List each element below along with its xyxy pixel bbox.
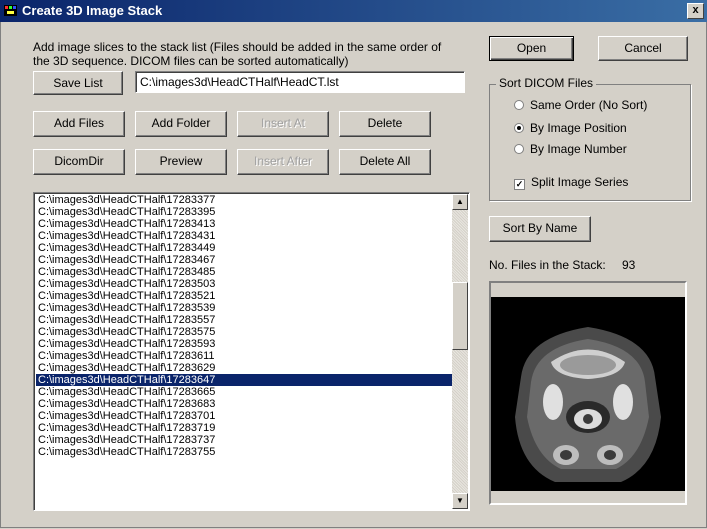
list-item[interactable]: C:\images3d\HeadCTHalf\17283449 bbox=[36, 242, 453, 254]
scroll-down-icon[interactable]: ▼ bbox=[452, 493, 468, 509]
radio-icon[interactable] bbox=[514, 123, 524, 133]
cancel-button[interactable]: Cancel bbox=[598, 36, 688, 61]
list-item[interactable]: C:\images3d\HeadCTHalf\17283485 bbox=[36, 266, 453, 278]
save-list-button[interactable]: Save List bbox=[33, 71, 123, 95]
open-button[interactable]: Open bbox=[489, 36, 574, 61]
list-item[interactable]: C:\images3d\HeadCTHalf\17283467 bbox=[36, 254, 453, 266]
delete-button[interactable]: Delete bbox=[339, 111, 431, 137]
sort-group-title: Sort DICOM Files bbox=[496, 76, 597, 90]
checkbox-label: Split Image Series bbox=[531, 175, 629, 189]
radio-icon[interactable] bbox=[514, 144, 524, 154]
add-folder-button[interactable]: Add Folder bbox=[135, 111, 227, 137]
list-item[interactable]: C:\images3d\HeadCTHalf\17283539 bbox=[36, 302, 453, 314]
list-item[interactable]: C:\images3d\HeadCTHalf\17283593 bbox=[36, 338, 453, 350]
vertical-scrollbar[interactable]: ▲ ▼ bbox=[452, 194, 468, 509]
list-item[interactable]: C:\images3d\HeadCTHalf\17283701 bbox=[36, 410, 453, 422]
list-item[interactable]: C:\images3d\HeadCTHalf\17283755 bbox=[36, 446, 453, 458]
insert-at-button[interactable]: Insert At bbox=[237, 111, 329, 137]
list-item[interactable]: C:\images3d\HeadCTHalf\17283503 bbox=[36, 278, 453, 290]
sort-by-name-button[interactable]: Sort By Name bbox=[489, 216, 591, 242]
window-title: Create 3D Image Stack bbox=[22, 3, 163, 18]
radio-label: By Image Number bbox=[530, 142, 627, 156]
image-preview bbox=[489, 281, 687, 505]
list-item[interactable]: C:\images3d\HeadCTHalf\17283611 bbox=[36, 350, 453, 362]
preview-border-top bbox=[491, 283, 685, 297]
split-series-checkbox[interactable]: ✓ Split Image Series bbox=[514, 175, 629, 190]
list-item[interactable]: C:\images3d\HeadCTHalf\17283665 bbox=[36, 386, 453, 398]
close-icon[interactable]: x bbox=[687, 3, 704, 19]
delete-all-button[interactable]: Delete All bbox=[339, 149, 431, 175]
save-path-input[interactable]: C:\images3d\HeadCTHalf\HeadCT.lst bbox=[135, 71, 465, 93]
instructions-text: Add image slices to the stack list (File… bbox=[33, 40, 442, 68]
preview-border-bottom bbox=[491, 491, 685, 503]
radio-label: Same Order (No Sort) bbox=[530, 98, 648, 112]
radio-by-image-number[interactable]: By Image Number bbox=[514, 142, 627, 156]
preview-button[interactable]: Preview bbox=[135, 149, 227, 175]
scroll-thumb[interactable] bbox=[452, 282, 468, 350]
checkmark-icon[interactable]: ✓ bbox=[514, 179, 525, 190]
file-count-value: 93 bbox=[622, 258, 636, 272]
list-item[interactable]: C:\images3d\HeadCTHalf\17283413 bbox=[36, 218, 453, 230]
titlebar: Create 3D Image Stack x bbox=[0, 0, 707, 22]
ct-scan-image bbox=[491, 297, 685, 491]
list-item[interactable]: C:\images3d\HeadCTHalf\17283575 bbox=[36, 326, 453, 338]
radio-icon[interactable] bbox=[514, 100, 524, 110]
list-item[interactable]: C:\images3d\HeadCTHalf\17283737 bbox=[36, 434, 453, 446]
dicomdir-button[interactable]: DicomDir bbox=[33, 149, 125, 175]
list-item[interactable]: C:\images3d\HeadCTHalf\17283521 bbox=[36, 290, 453, 302]
radio-label: By Image Position bbox=[530, 121, 627, 135]
list-item[interactable]: C:\images3d\HeadCTHalf\17283395 bbox=[36, 206, 453, 218]
list-item[interactable]: C:\images3d\HeadCTHalf\17283557 bbox=[36, 314, 453, 326]
radio-same-order[interactable]: Same Order (No Sort) bbox=[514, 98, 647, 112]
list-item[interactable]: C:\images3d\HeadCTHalf\17283377 bbox=[36, 194, 453, 206]
radio-by-image-position[interactable]: By Image Position bbox=[514, 121, 627, 135]
file-count-label: No. Files in the Stack: bbox=[489, 258, 606, 272]
insert-after-button[interactable]: Insert After bbox=[237, 149, 329, 175]
app-icon bbox=[4, 5, 17, 16]
add-files-button[interactable]: Add Files bbox=[33, 111, 125, 137]
file-list[interactable]: C:\images3d\HeadCTHalf\17283377 C:\images… bbox=[33, 192, 470, 511]
list-item[interactable]: C:\images3d\HeadCTHalf\17283647 bbox=[36, 374, 453, 386]
list-item[interactable]: C:\images3d\HeadCTHalf\17283683 bbox=[36, 398, 453, 410]
list-item[interactable]: C:\images3d\HeadCTHalf\17283431 bbox=[36, 230, 453, 242]
list-item[interactable]: C:\images3d\HeadCTHalf\17283629 bbox=[36, 362, 453, 374]
list-item[interactable]: C:\images3d\HeadCTHalf\17283719 bbox=[36, 422, 453, 434]
scroll-up-icon[interactable]: ▲ bbox=[452, 194, 468, 210]
file-list-items: C:\images3d\HeadCTHalf\17283377 C:\images… bbox=[36, 194, 453, 458]
